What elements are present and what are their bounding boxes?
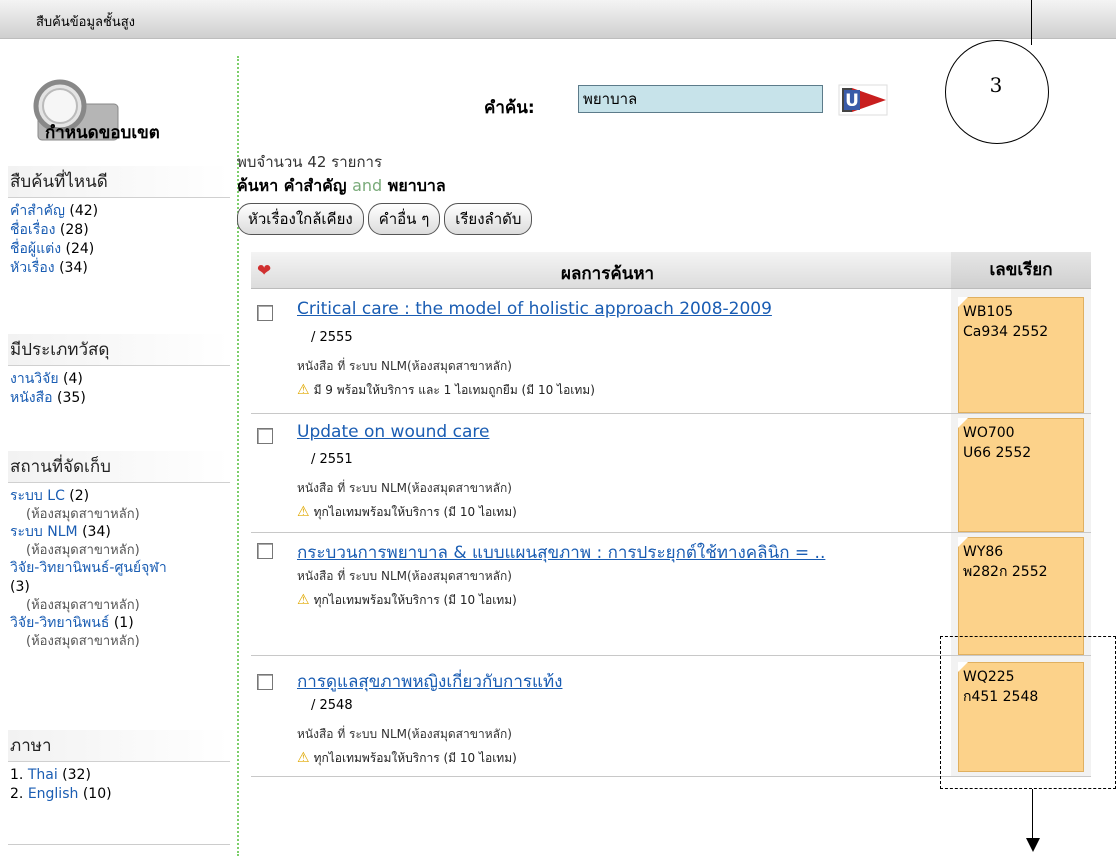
facet-thesis[interactable]: วิจัย-วิทยานิพนธ์ (1) [8,614,230,633]
warning-icon: ⚠ [297,504,310,520]
search-input[interactable] [578,85,823,113]
select-checkbox[interactable] [257,543,273,559]
select-checkbox[interactable] [257,428,273,444]
search-label: คำค้น: [484,98,535,118]
where-section: สืบค้นที่ไหนดี คำสำคัญ (42) ชื่อเรื่อง (… [8,166,230,278]
related-subjects-button[interactable]: หัวเรื่องใกล้เคียง [237,203,364,235]
facet-lc[interactable]: ระบบ LC (2) [8,487,230,506]
page-title: สืบค้นข้อมูลชั้นสูง [36,15,135,30]
annotation-line [1031,0,1032,45]
warning-icon: ⚠ [297,592,310,608]
scope-title: กำหนดขอบเขต [45,123,160,143]
top-bar: สืบค้นข้อมูลชั้นสูง [0,0,1116,39]
result-availability: ⚠ ทุกไอเทมพร้อมให้บริการ (มี 10 ไอเทม) [297,504,517,520]
material-heading: มีประเภทวัสดุ [8,334,230,366]
result-title[interactable]: Update on wound care [297,422,489,442]
call-number-note: WO700 U66 2552 [958,418,1084,532]
facet-nlm[interactable]: ระบบ NLM (34) [8,523,230,542]
material-section: มีประเภทวัสดุ งานวิจัย (4) หนังสือ (35) [8,334,230,408]
result-year: / 2548 [311,698,353,713]
result-year: / 2555 [311,330,353,345]
result-availability: ⚠ มี 9 พร้อมให้บริการ และ 1 ไอเทมถูกยืม (… [297,382,595,398]
table-row: Critical care : the model of holistic ap… [251,289,1091,414]
result-location: หนังสือ ที่ ระบบ NLM(ห้องสมุดสาขาหลัก) [297,727,512,741]
facet-subject[interactable]: หัวเรื่อง (34) [8,259,230,278]
warning-icon: ⚠ [297,382,310,398]
result-title[interactable]: Critical care : the model of holistic ap… [297,299,772,319]
results-heading: ผลการค้นหา [561,264,655,284]
result-title[interactable]: กระบวนการพยาบาล & แบบแผนสุขภาพ : การประย… [297,539,825,566]
language-section: ภาษา 1. Thai (32) 2. English (10) [8,730,230,804]
location-heading: สถานที่จัดเก็บ [8,451,230,483]
result-location: หนังสือ ที่ ระบบ NLM(ห้องสมุดสาขาหลัก) [297,569,512,583]
other-terms-button[interactable]: คำอื่น ๆ [367,203,441,235]
facet-thesis-center[interactable]: วิจัย-วิทยานิพนธ์-ศูนย์จุฬา (3) [8,559,230,597]
facet-research[interactable]: งานวิจัย (4) [8,370,230,389]
language-heading: ภาษา [8,730,230,762]
select-checkbox[interactable] [257,305,273,321]
call-number-note: WB105 Ca934 2552 [958,297,1084,413]
facet-english[interactable]: 2. English (10) [8,785,230,804]
call-number-heading: เลขเรียก [951,252,1091,288]
heart-icon[interactable]: ❤ [257,261,271,281]
call-number-cell: WB105 Ca934 2552 [951,289,1091,413]
facet-lc-branch: (ห้องสมุดสาขาหลัก) [26,507,140,522]
result-location: หนังสือ ที่ ระบบ NLM(ห้องสมุดสาขาหลัก) [297,481,512,495]
facet-keyword[interactable]: คำสำคัญ (42) [8,202,230,221]
results-header: ❤ ผลการค้นหา เลขเรียก [251,252,1091,289]
annotation-arrow-line [1032,789,1033,841]
facet-book[interactable]: หนังสือ (35) [8,389,230,408]
result-availability: ⚠ ทุกไอเทมพร้อมให้บริการ (มี 10 ไอเทม) [297,592,517,608]
result-count: พบจำนวน 42 รายการ [237,153,383,171]
result-title[interactable]: การดูแลสุขภาพหญิงเกี่ยวกับการแท้ง [297,668,562,695]
table-row: Update on wound care / 2551 หนังสือ ที่ … [251,414,1091,533]
call-number-cell: WO700 U66 2552 [951,414,1091,532]
where-heading: สืบค้นที่ไหนดี [8,166,230,198]
sidebar-divider [8,844,230,845]
facet-thai[interactable]: 1. Thai (32) [8,766,230,785]
refine-buttons: หัวเรื่องใกล้เคียง คำอื่น ๆ เรียงลำดับ [237,203,533,235]
sort-button[interactable]: เรียงลำดับ [444,203,533,235]
result-availability: ⚠ ทุกไอเทมพร้อมให้บริการ (มี 10 ไอเทม) [297,750,517,766]
facet-title[interactable]: ชื่อเรื่อง (28) [8,221,230,240]
search-go-button[interactable]: U [838,84,888,116]
annotation-dashed-box [940,636,1116,789]
facet-nlm-branch: (ห้องสมุดสาขาหลัก) [26,543,140,558]
result-year: / 2551 [311,452,353,467]
arrow-down-icon [1026,838,1040,852]
location-section: สถานที่จัดเก็บ ระบบ LC (2) (ห้องสมุดสาขา… [8,451,230,650]
svg-text:U: U [845,91,859,111]
facet-thesis-center-branch: (ห้องสมุดสาขาหลัก) [26,598,140,613]
facet-thesis-branch: (ห้องสมุดสาขาหลัก) [26,634,140,649]
facet-author[interactable]: ชื่อผู้แต่ง (24) [8,240,230,259]
select-checkbox[interactable] [257,674,273,690]
annotation-step-number: 3 [989,73,1003,97]
query-summary: ค้นหา คำสำคัญ and พยาบาล [237,176,446,195]
result-location: หนังสือ ที่ ระบบ NLM(ห้องสมุดสาขาหลัก) [297,359,512,373]
warning-icon: ⚠ [297,750,310,766]
